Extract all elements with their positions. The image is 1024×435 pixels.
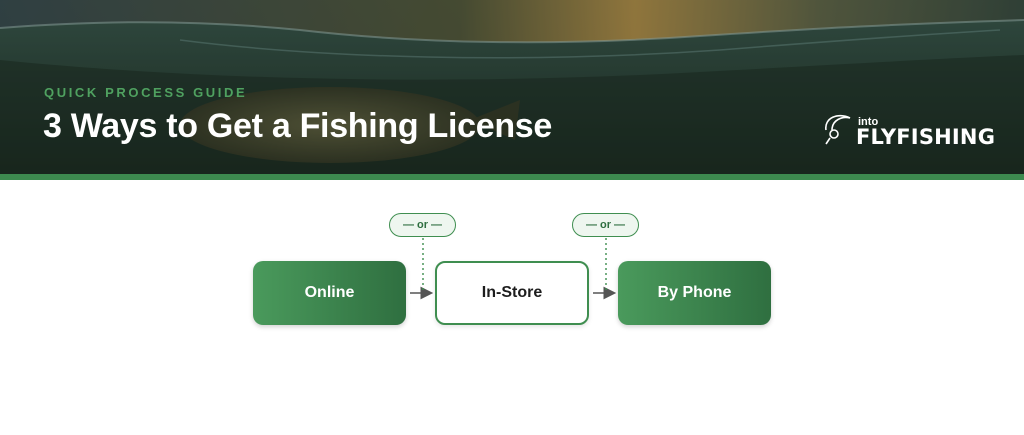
or-separator-1: — or — <box>389 213 456 237</box>
or-separator-2: — or — <box>572 213 639 237</box>
step-by-phone[interactable]: By Phone <box>618 261 771 325</box>
page: QUICK PROCESS GUIDE 3 Ways to Get a Fish… <box>0 0 1024 435</box>
flow-connectors <box>410 238 617 300</box>
step-online[interactable]: Online <box>253 261 406 325</box>
step-in-store[interactable]: In-Store <box>435 261 589 325</box>
